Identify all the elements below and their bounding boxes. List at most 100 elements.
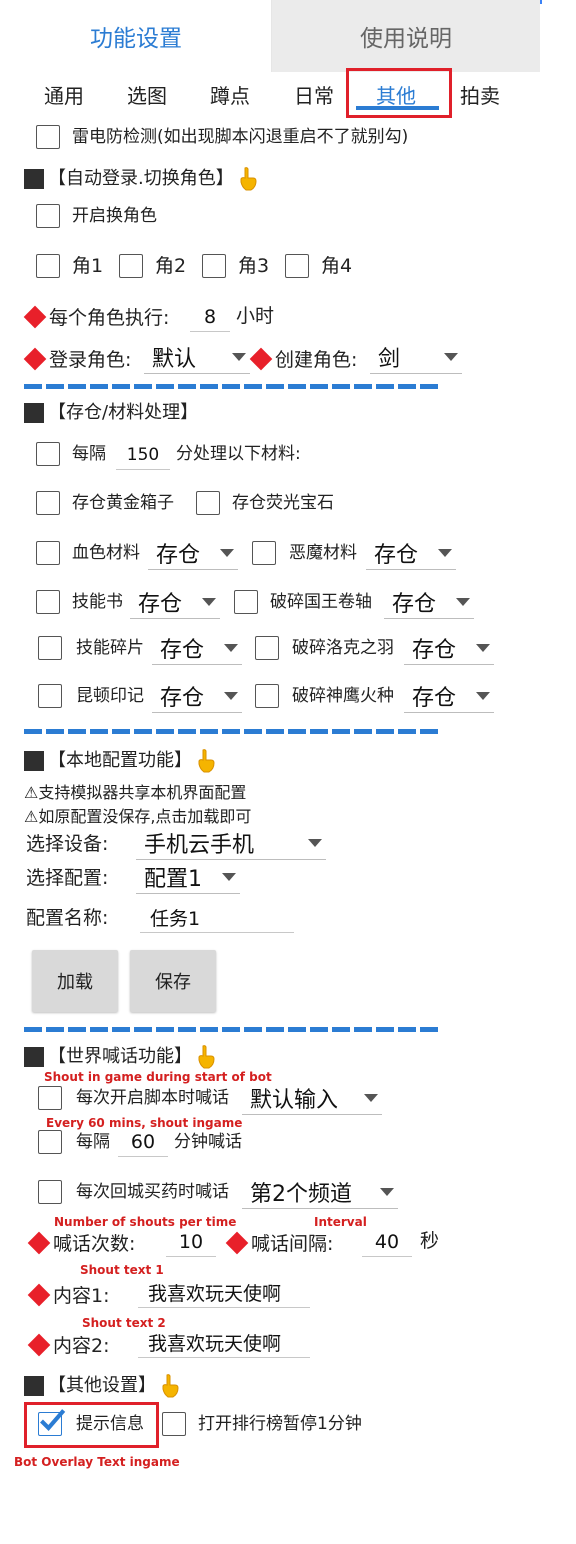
broken-lock-feather-select[interactable]: 存仓 bbox=[404, 631, 494, 665]
dropdown-arrow-icon bbox=[476, 692, 490, 700]
config-note-share: ⚠支持模拟器共享本机界面配置 bbox=[24, 783, 247, 802]
skill-shard-checkbox[interactable] bbox=[38, 636, 62, 660]
store-gold-box-label: 存仓黄金箱子 bbox=[72, 493, 174, 513]
annotation-shout-start: Shout in game during start of bot bbox=[44, 1070, 272, 1084]
tab-function-settings[interactable]: 功能设置 bbox=[0, 0, 272, 72]
skill-book-checkbox[interactable] bbox=[36, 590, 60, 614]
pointing-down-icon bbox=[240, 167, 257, 191]
config-name-label: 配置名称: bbox=[26, 907, 109, 929]
kundun-mark-label: 昆顿印记 bbox=[76, 686, 144, 706]
blood-material-select[interactable]: 存仓 bbox=[148, 536, 238, 570]
load-button[interactable]: 加载 bbox=[32, 950, 118, 1012]
config-name-input[interactable]: 任务1 bbox=[140, 903, 294, 933]
select-value: 存仓 bbox=[156, 542, 201, 568]
skill-book-select[interactable]: 存仓 bbox=[130, 585, 220, 619]
section-title: 【自动登录.切换角色】 bbox=[48, 168, 234, 189]
shout-on-return-checkbox[interactable] bbox=[38, 1180, 62, 1204]
role3-checkbox[interactable] bbox=[202, 254, 226, 278]
section-local-config: 【本地配置功能】 bbox=[24, 748, 216, 774]
shout-channel-select[interactable]: 第2个频道 bbox=[242, 1175, 398, 1209]
ranking-pause-label: 打开排行榜暂停1分钟 bbox=[198, 1414, 362, 1434]
red-diamond-icon bbox=[225, 1231, 249, 1254]
section-square-icon bbox=[24, 1376, 44, 1396]
kundun-mark-checkbox[interactable] bbox=[38, 684, 62, 708]
red-diamond-icon bbox=[23, 305, 47, 328]
device-select[interactable]: 手机云手机 bbox=[136, 826, 326, 860]
select-value: 存仓 bbox=[392, 591, 437, 617]
role4-checkbox[interactable] bbox=[285, 254, 309, 278]
ranking-pause-checkbox[interactable] bbox=[162, 1412, 186, 1436]
shout-interval-suffix: 分钟喊话 bbox=[174, 1132, 242, 1152]
broken-lock-feather-checkbox[interactable] bbox=[255, 636, 279, 660]
content1-input[interactable]: 我喜欢玩天使啊 bbox=[138, 1278, 310, 1308]
dropdown-arrow-icon bbox=[232, 353, 246, 361]
content1-row: 内容1: bbox=[27, 1281, 110, 1308]
dropdown-arrow-icon bbox=[456, 598, 470, 606]
annotation-overlay: Bot Overlay Text ingame bbox=[14, 1455, 180, 1469]
dropdown-arrow-icon bbox=[224, 692, 238, 700]
subtab-general[interactable]: 通用 bbox=[30, 77, 98, 111]
storage-interval-suffix: 分处理以下材料: bbox=[176, 444, 301, 464]
broken-king-scroll-select[interactable]: 存仓 bbox=[384, 585, 474, 619]
store-gold-box-checkbox[interactable] bbox=[36, 491, 60, 515]
broken-eagle-fire-select[interactable]: 存仓 bbox=[404, 679, 494, 713]
dropdown-arrow-icon bbox=[224, 644, 238, 652]
subtab-auction[interactable]: 拍卖 bbox=[446, 77, 514, 111]
store-gem-checkbox[interactable] bbox=[196, 491, 220, 515]
blood-material-label: 血色材料 bbox=[72, 543, 140, 563]
kundun-mark-select[interactable]: 存仓 bbox=[152, 679, 242, 713]
select-value: 存仓 bbox=[374, 542, 419, 568]
section-title: 【本地配置功能】 bbox=[48, 750, 192, 771]
skill-shard-select[interactable]: 存仓 bbox=[152, 631, 242, 665]
create-role-value: 剑 bbox=[378, 346, 401, 372]
shout-count-label: 喊话次数: bbox=[53, 1233, 136, 1255]
subtab-daily[interactable]: 日常 bbox=[280, 77, 348, 111]
storage-interval-checkbox[interactable] bbox=[36, 442, 60, 466]
dropdown-arrow-icon bbox=[438, 549, 452, 557]
config-select[interactable]: 配置1 bbox=[136, 860, 240, 894]
shout-on-start-label: 每次开启脚本时喊话 bbox=[76, 1088, 229, 1108]
broken-lock-feather-label: 破碎洛克之羽 bbox=[292, 638, 394, 658]
section-title: 【其他设置】 bbox=[48, 1375, 156, 1396]
create-role-select[interactable]: 剑 bbox=[370, 340, 462, 374]
login-role-select[interactable]: 默认 bbox=[144, 340, 250, 374]
shout-gap-input[interactable]: 40 bbox=[362, 1227, 412, 1257]
storage-interval-input[interactable]: 150 bbox=[116, 440, 170, 470]
section-square-icon bbox=[24, 169, 44, 189]
login-role-row: 登录角色: bbox=[23, 345, 131, 372]
save-button[interactable]: 保存 bbox=[130, 950, 216, 1012]
device-label: 选择设备: bbox=[26, 833, 109, 855]
shout-interval-checkbox[interactable] bbox=[38, 1130, 62, 1154]
demon-material-select[interactable]: 存仓 bbox=[366, 536, 456, 570]
config-value: 配置1 bbox=[144, 866, 202, 892]
role2-checkbox[interactable] bbox=[119, 254, 143, 278]
role1-checkbox[interactable] bbox=[36, 254, 60, 278]
per-role-unit: 小时 bbox=[236, 305, 275, 327]
enable-role-switch-checkbox[interactable] bbox=[36, 204, 60, 228]
per-role-hours-input[interactable]: 8 bbox=[190, 302, 230, 332]
divider-dashed-3 bbox=[24, 1027, 438, 1032]
broken-eagle-fire-checkbox[interactable] bbox=[255, 684, 279, 708]
pointing-down-icon bbox=[198, 1045, 215, 1069]
dropdown-arrow-icon bbox=[220, 549, 234, 557]
tab-usage-help[interactable]: 使用说明 bbox=[272, 0, 540, 72]
subtab-camp[interactable]: 蹲点 bbox=[196, 77, 264, 111]
demon-material-checkbox[interactable] bbox=[252, 541, 276, 565]
demon-material-label: 恶魔材料 bbox=[289, 543, 357, 563]
blood-material-checkbox[interactable] bbox=[36, 541, 60, 565]
broken-eagle-fire-label: 破碎神鹰火种 bbox=[292, 686, 394, 706]
section-square-icon bbox=[24, 1047, 44, 1067]
subtab-map-select[interactable]: 选图 bbox=[113, 77, 181, 111]
select-value: 存仓 bbox=[160, 685, 205, 711]
broken-king-scroll-checkbox[interactable] bbox=[234, 590, 258, 614]
shout-on-return-label: 每次回城买药时喊话 bbox=[76, 1182, 229, 1202]
shout-count-input[interactable]: 10 bbox=[166, 1227, 216, 1257]
shout-on-start-checkbox[interactable] bbox=[38, 1086, 62, 1110]
shout-on-start-select[interactable]: 默认输入 bbox=[242, 1081, 382, 1115]
role4-label: 角4 bbox=[321, 255, 353, 277]
select-value: 默认输入 bbox=[250, 1087, 339, 1113]
shout-gap-row: 喊话间隔: bbox=[225, 1229, 333, 1256]
thunder-detection-checkbox[interactable] bbox=[36, 125, 60, 149]
shout-interval-minutes-input[interactable]: 60 bbox=[118, 1127, 168, 1157]
content2-input[interactable]: 我喜欢玩天使啊 bbox=[138, 1328, 310, 1358]
